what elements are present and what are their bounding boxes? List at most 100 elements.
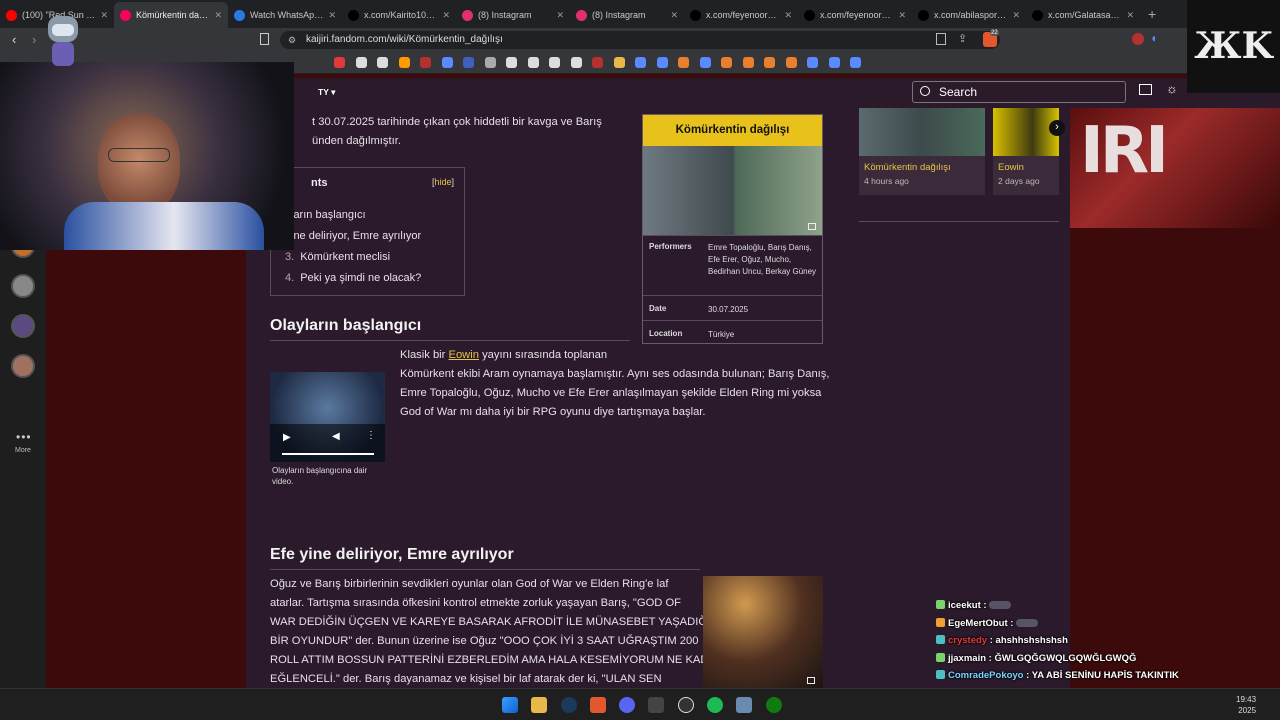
bookmark-icon[interactable] (463, 57, 474, 68)
bookmark-icon[interactable] (549, 57, 560, 68)
bookmark-icon[interactable] (570, 57, 582, 68)
bookmark-icon[interactable] (527, 57, 539, 68)
back-icon[interactable]: ‹ (12, 32, 16, 47)
new-tab-button[interactable]: + (1140, 6, 1164, 22)
browser-tab[interactable]: x.com/abilasports/stat ✕ (912, 2, 1026, 28)
bookmark-icon[interactable] (355, 57, 367, 68)
bookmark-icon[interactable] (785, 57, 797, 68)
browser-tab[interactable]: x.com/Kairito10/status ✕ (342, 2, 456, 28)
bookmark-icon[interactable] (506, 57, 517, 68)
eowin-link[interactable]: Eowin (449, 349, 479, 361)
tab-close-icon[interactable]: ✕ (1012, 10, 1020, 21)
site-info-icon[interactable]: ⚙ (288, 31, 296, 49)
tab-close-icon[interactable]: ✕ (442, 10, 450, 21)
bookmark-icon[interactable] (377, 57, 388, 68)
rail-wiki-avatar[interactable] (11, 274, 35, 298)
tab-close-icon[interactable]: ✕ (556, 10, 564, 21)
bookmark-icon[interactable] (656, 57, 668, 68)
video-menu-icon[interactable]: ⋮ (366, 430, 376, 441)
brave-icon[interactable] (590, 697, 606, 713)
forward-icon[interactable]: › (32, 32, 36, 47)
toc-item[interactable]: 4. Peki ya şimdi ne olacak? (285, 272, 421, 284)
bookmark-icon[interactable] (678, 57, 689, 68)
volume-icon[interactable]: ◀ (332, 431, 340, 442)
bookmark-icon[interactable] (613, 57, 625, 68)
tab-favicon-icon (1032, 9, 1043, 21)
search-input[interactable]: Search (912, 81, 1126, 103)
rail-wiki-avatar[interactable] (11, 354, 35, 378)
discord-icon[interactable] (619, 697, 635, 713)
url-field[interactable]: ⚙ kaijiri.fandom.com/wiki/Kömürkentin_da… (280, 31, 1000, 49)
toc-hide-toggle[interactable]: [hide] (432, 177, 454, 187)
spotify-icon[interactable] (707, 697, 723, 713)
bookmark-icon[interactable] (850, 57, 861, 68)
toc-item[interactable]: ların başlangıcı (285, 209, 366, 221)
bookmark-icon[interactable] (807, 57, 818, 68)
audio-icon[interactable]: ◖ (1150, 31, 1157, 45)
bookmark-icon[interactable] (420, 57, 431, 68)
file-explorer-icon[interactable] (531, 697, 547, 713)
browser-tab[interactable]: (8) Instagram ✕ (570, 2, 684, 28)
xbox-icon[interactable] (766, 697, 782, 713)
system-clock[interactable]: 19:43 2025 (1236, 694, 1256, 716)
tab-title: (8) Instagram (478, 10, 532, 20)
bookmark-icon[interactable] (764, 57, 775, 68)
bookmark-icon[interactable] (398, 57, 410, 68)
tab-close-icon[interactable]: ✕ (1126, 10, 1134, 21)
browser-tab[interactable]: Watch WhatsApp Vide ✕ (228, 2, 342, 28)
rail-more-label[interactable]: More (15, 447, 31, 454)
bookmark-icon[interactable] (828, 57, 840, 68)
related-card[interactable]: Kömürkentin dağılışı 4 hours ago (859, 108, 985, 195)
toc-item[interactable]: ine deliriyor, Emre ayrılıyor (285, 230, 421, 242)
discussions-icon[interactable] (1139, 84, 1152, 95)
tab-close-icon[interactable]: ✕ (898, 10, 906, 21)
toc-item[interactable]: 3. Kömürkent meclisi (285, 251, 390, 263)
browser-tab[interactable]: x.com/GalatasaraySK/ ✕ (1026, 2, 1140, 28)
bookmark-icon[interactable] (484, 57, 496, 68)
bookmark-icon[interactable] (699, 57, 711, 68)
browser-tab[interactable]: x.com/feyenoordtr2/st ✕ (798, 2, 912, 28)
video-progress[interactable] (282, 453, 374, 455)
rail-wiki-avatar[interactable] (11, 314, 35, 338)
bookmark-icon[interactable] (742, 57, 754, 68)
tab-close-icon[interactable]: ✕ (784, 10, 792, 21)
tab-strip: (100) "Red Sun in the S✕Kömürkentin dağı… (0, 2, 1140, 28)
steam-icon[interactable] (561, 697, 577, 713)
carousel-next-icon[interactable]: › (1049, 120, 1065, 136)
play-icon[interactable]: ▶ (283, 432, 291, 443)
start-icon[interactable] (502, 697, 518, 713)
theme-toggle-icon[interactable]: ☼ (1166, 81, 1178, 96)
video-controls: ▶ ◀ ⋮ (270, 424, 385, 462)
expand-icon[interactable] (808, 223, 816, 230)
obs-icon[interactable] (678, 697, 694, 713)
tab-close-icon[interactable]: ✕ (100, 10, 108, 21)
right-rail-divider (859, 221, 1059, 222)
tab-close-icon[interactable]: ✕ (214, 10, 222, 21)
app-icon[interactable] (648, 697, 664, 713)
reader-icon[interactable] (936, 33, 946, 45)
extension-badge: 22 (990, 30, 999, 36)
expand-icon[interactable] (807, 677, 815, 684)
community-menu[interactable]: TY ▾ (318, 87, 335, 98)
bookmark-icon[interactable] (721, 57, 732, 68)
intro-line-1: t 30.07.2025 tarihinde çıkan çok hiddetl… (312, 116, 602, 128)
browser-tab[interactable]: x.com/feyenoordtr2/st ✕ (684, 2, 798, 28)
related-card[interactable]: Eowin 2 days ago (993, 108, 1059, 195)
bookmark-icon[interactable] (260, 33, 269, 45)
browser-tab[interactable]: (8) Instagram ✕ (456, 2, 570, 28)
app-icon[interactable] (736, 697, 752, 713)
notification-icon[interactable] (1132, 33, 1144, 45)
tab-close-icon[interactable]: ✕ (328, 10, 336, 21)
bookmark-icon[interactable] (635, 57, 646, 68)
tab-favicon-icon (804, 9, 815, 21)
article-image[interactable] (703, 576, 823, 688)
share-icon[interactable]: ⇪ (958, 32, 967, 45)
browser-tab[interactable]: Kömürkentin dağılı ✕ (114, 2, 228, 28)
bookmark-icon[interactable] (441, 57, 453, 68)
infobox-image[interactable] (643, 146, 822, 235)
bookmark-icon[interactable] (334, 57, 345, 68)
video-player[interactable]: ▶ ◀ ⋮ (270, 372, 385, 462)
bookmark-icon[interactable] (592, 57, 603, 68)
more-icon[interactable]: ••• (16, 430, 32, 444)
tab-close-icon[interactable]: ✕ (670, 10, 678, 21)
